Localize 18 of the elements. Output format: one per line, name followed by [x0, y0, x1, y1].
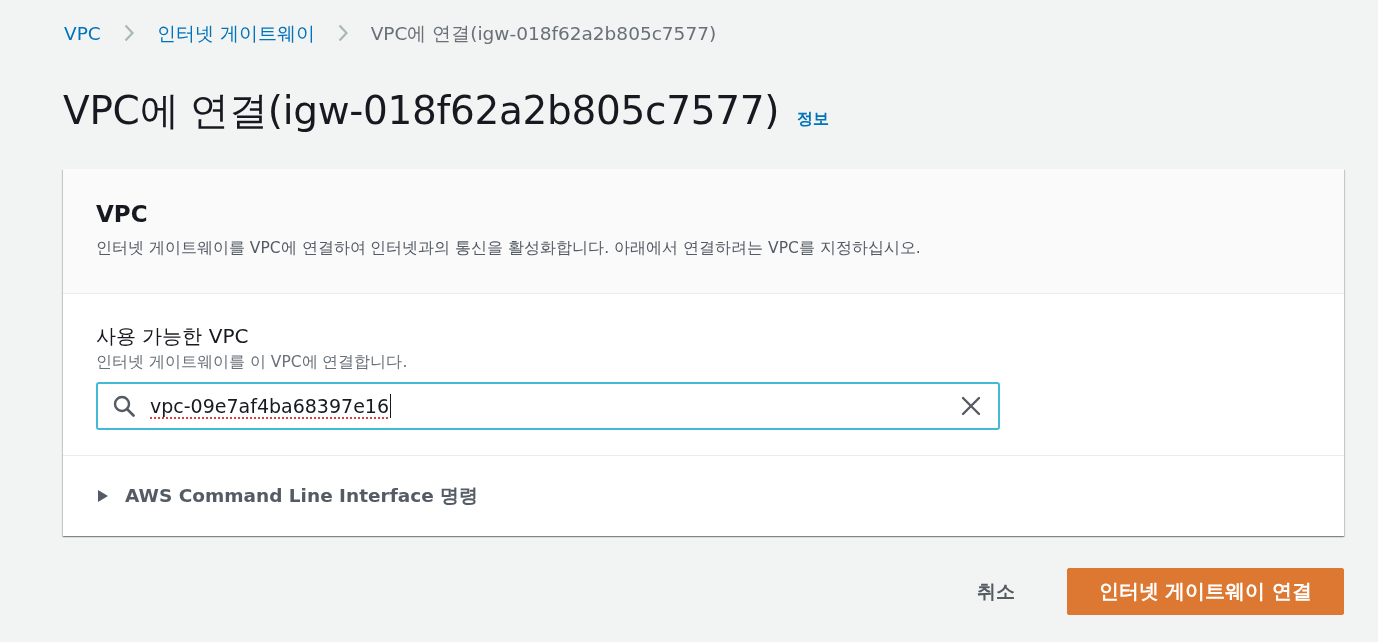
breadcrumb-link[interactable]: 인터넷 게이트웨이 [156, 20, 315, 46]
clear-icon[interactable] [961, 396, 981, 416]
chevron-icon [123, 24, 134, 42]
caret-icon [98, 489, 108, 502]
chevron-icon [337, 24, 348, 42]
cli-expander[interactable]: AWS Command Line Interface 명령 [98, 483, 479, 508]
info-link[interactable]: 정보 [797, 109, 830, 130]
attach-button[interactable]: 인터넷 게이트웨이 연결 [1067, 568, 1344, 615]
search-field[interactable]: vpc-09e7af4ba68397e16 [96, 382, 1000, 430]
cancel-button[interactable]: 취소 [959, 574, 1033, 609]
field-label: 사용 가능한 VPC [96, 324, 249, 348]
breadcrumb-current: VPC에 연결(igw-018f62a2b805c7577) [370, 21, 717, 46]
breadcrumb-link[interactable]: VPC [64, 22, 101, 44]
page-title: VPC에 연결(igw-018f62a2b805c7577) [63, 87, 780, 135]
panel-description: 인터넷 게이트웨이를 VPC에 연결하여 인터넷과의 통신을 활성화합니다. 아래에서 연결하려는 VPC를 지정하십시오. [96, 238, 922, 258]
search-icon [113, 395, 135, 417]
field-hint: 인터넷 게이트웨이를 이 VPC에 연결합니다. [96, 351, 409, 372]
panel-title: VPC [96, 200, 149, 229]
